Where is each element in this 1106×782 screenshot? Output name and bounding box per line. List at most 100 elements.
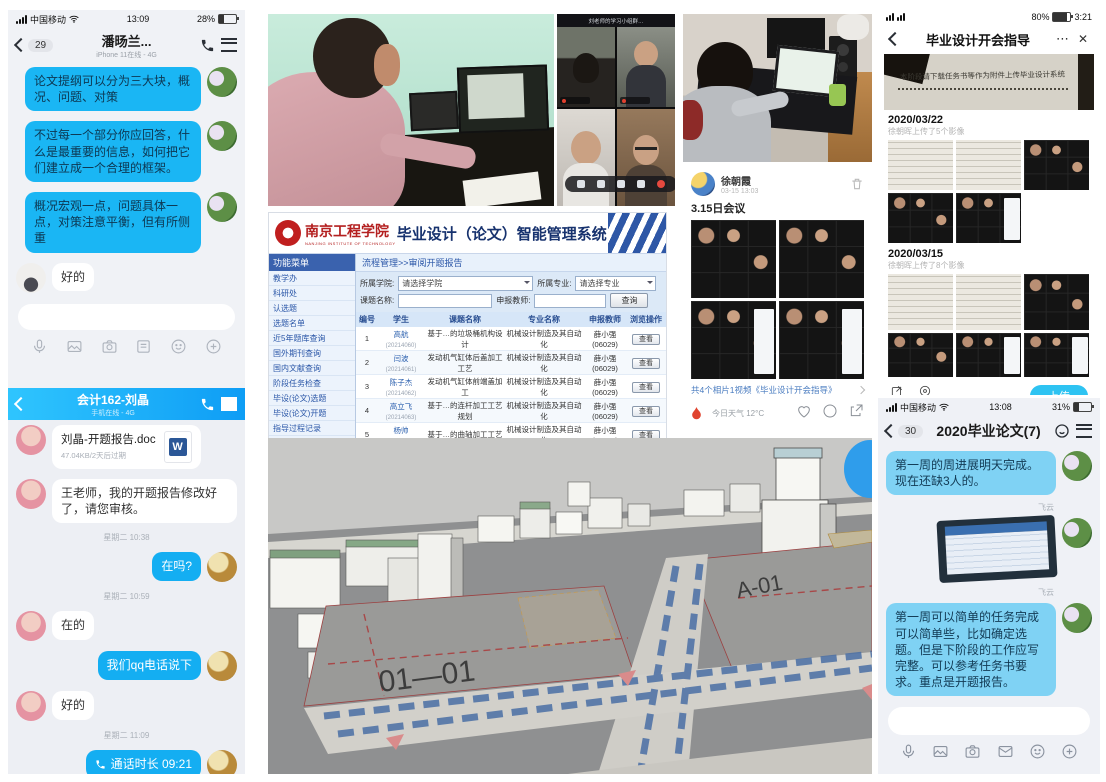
message-input[interactable] <box>18 304 235 330</box>
avatar[interactable] <box>207 552 237 582</box>
video-meeting-thumbnail[interactable] <box>888 333 953 377</box>
edit-action[interactable]: 编辑 <box>890 384 904 395</box>
view-button[interactable]: 查看 <box>632 382 660 393</box>
video-meeting-thumbnail[interactable] <box>1024 333 1089 377</box>
avatar[interactable] <box>207 121 237 151</box>
sidebar-item[interactable]: 选题名单 <box>269 316 355 331</box>
view-button[interactable]: 查看 <box>632 358 660 369</box>
video-meeting-thumbnail[interactable] <box>691 220 776 298</box>
upload-button[interactable]: 上传 <box>1030 385 1088 395</box>
avatar[interactable] <box>16 479 46 509</box>
call-bubble[interactable]: 通话时长 09:21 <box>86 750 201 774</box>
participants-icon[interactable] <box>617 180 625 188</box>
avatar[interactable] <box>16 263 46 293</box>
sidebar-item[interactable]: 近5年题库查询 <box>269 331 355 346</box>
file-message-row: 刘晶-开题报告.doc 47.04KB/2天后过期 W <box>8 420 245 474</box>
status-bar: 80% 3:21 <box>878 8 1100 26</box>
image-icon[interactable] <box>66 338 83 355</box>
sidebar-item[interactable]: 毕设(论文)选题 <box>269 391 355 406</box>
mic-icon[interactable] <box>31 338 48 355</box>
group-video-icon[interactable] <box>1054 423 1070 439</box>
menu-icon[interactable] <box>1076 424 1092 438</box>
avatar[interactable] <box>16 425 46 455</box>
close-icon[interactable]: ✕ <box>1078 32 1088 46</box>
avatar[interactable] <box>207 67 237 97</box>
avatar[interactable] <box>207 651 237 681</box>
major-select[interactable]: 请选择专业 <box>575 276 656 291</box>
avatar[interactable] <box>207 750 237 774</box>
camera-icon[interactable] <box>101 338 118 355</box>
col-header: 编号 <box>356 314 378 325</box>
video-meeting-thumbnail[interactable] <box>888 193 953 243</box>
sidebar-item[interactable]: 毕设(论文)开题 <box>269 406 355 421</box>
media-grid <box>878 193 1100 246</box>
video-meeting-thumbnail[interactable] <box>691 301 776 379</box>
avatar[interactable] <box>16 691 46 721</box>
smiley-icon[interactable] <box>170 338 187 355</box>
view-button[interactable]: 查看 <box>632 334 660 345</box>
camera-icon[interactable] <box>964 743 981 760</box>
search-button[interactable]: 查询 <box>610 293 648 308</box>
comment-button[interactable] <box>822 403 838 424</box>
mic-icon[interactable] <box>900 743 917 760</box>
system-title: 毕业设计（论文）智能管理系统 <box>396 223 608 244</box>
sidebar-item[interactable]: 科研处 <box>269 286 355 301</box>
banner-dashes <box>898 88 1068 90</box>
notes-photo-thumbnail[interactable] <box>888 140 953 190</box>
video-meeting-thumbnail[interactable] <box>779 301 864 379</box>
message-input[interactable] <box>888 707 1090 735</box>
avatar[interactable] <box>1062 603 1092 633</box>
teacher-input[interactable] <box>534 294 606 308</box>
camera-icon[interactable] <box>597 180 605 188</box>
banner-photo[interactable]: 本阶段请下载任务书等作为附件上传毕业设计系统 <box>884 54 1094 110</box>
album-link[interactable]: 共4个相片1视频《毕业设计开会指导》 <box>683 381 872 399</box>
topic-input[interactable] <box>398 294 492 308</box>
video-meeting-thumbnail[interactable] <box>956 333 1021 377</box>
plus-icon[interactable] <box>205 338 222 355</box>
plus-icon[interactable] <box>1061 743 1078 760</box>
sidebar-item[interactable]: 指导过程记录 <box>269 421 355 436</box>
view-button[interactable]: 查看 <box>632 406 660 417</box>
sidebar-item[interactable]: 认选题 <box>269 301 355 316</box>
avatar[interactable] <box>1062 451 1092 481</box>
menu-icon[interactable] <box>221 38 237 52</box>
notes-photo-thumbnail[interactable] <box>956 140 1021 190</box>
trash-icon[interactable] <box>850 177 864 191</box>
video-meeting-thumbnail[interactable] <box>1024 140 1089 190</box>
more-icon[interactable] <box>637 180 645 188</box>
back-chevron-icon[interactable] <box>888 32 902 46</box>
hangup-button[interactable] <box>657 180 665 188</box>
avatar[interactable] <box>16 611 46 641</box>
like-button[interactable] <box>796 403 812 424</box>
college-select[interactable]: 请选择学院 <box>398 276 533 291</box>
file-card[interactable]: 刘晶-开题报告.doc 47.04KB/2天后过期 W <box>52 425 201 469</box>
avatar[interactable] <box>207 192 237 222</box>
sidebar-item[interactable]: 国内文献查询 <box>269 361 355 376</box>
manage-action[interactable]: 管理 <box>918 384 932 395</box>
menu-icon[interactable] <box>221 397 237 411</box>
notes-photo-thumbnail[interactable] <box>956 274 1021 330</box>
video-meeting-thumbnail[interactable] <box>1024 274 1089 330</box>
mail-icon[interactable] <box>997 743 1014 760</box>
call-icon[interactable] <box>200 397 215 412</box>
sidebar-item[interactable]: 教学办 <box>269 271 355 286</box>
call-icon[interactable] <box>200 38 215 53</box>
back-chevron-icon[interactable] <box>14 397 28 411</box>
file-icon[interactable] <box>135 338 152 355</box>
sidebar-item[interactable]: 阶段任务检查 <box>269 376 355 391</box>
share-button[interactable] <box>848 403 864 424</box>
image-icon[interactable] <box>932 743 949 760</box>
back-button[interactable]: 30 <box>886 425 923 438</box>
video-meeting-thumbnail[interactable] <box>956 193 1021 243</box>
more-icon[interactable]: ⋯ <box>1056 31 1070 47</box>
mic-icon[interactable] <box>577 180 585 188</box>
notes-photo-thumbnail[interactable] <box>888 274 953 330</box>
screenshot-thumbnail[interactable] <box>936 515 1057 583</box>
post-avatar[interactable] <box>691 172 715 196</box>
avatar[interactable] <box>1062 518 1092 548</box>
clock-label: 3:21 <box>1074 12 1092 22</box>
sidebar-item[interactable]: 国外期刊查询 <box>269 346 355 361</box>
smiley-icon[interactable] <box>1029 743 1046 760</box>
video-meeting-thumbnail[interactable] <box>779 220 864 298</box>
back-button[interactable]: 29 <box>16 39 53 52</box>
